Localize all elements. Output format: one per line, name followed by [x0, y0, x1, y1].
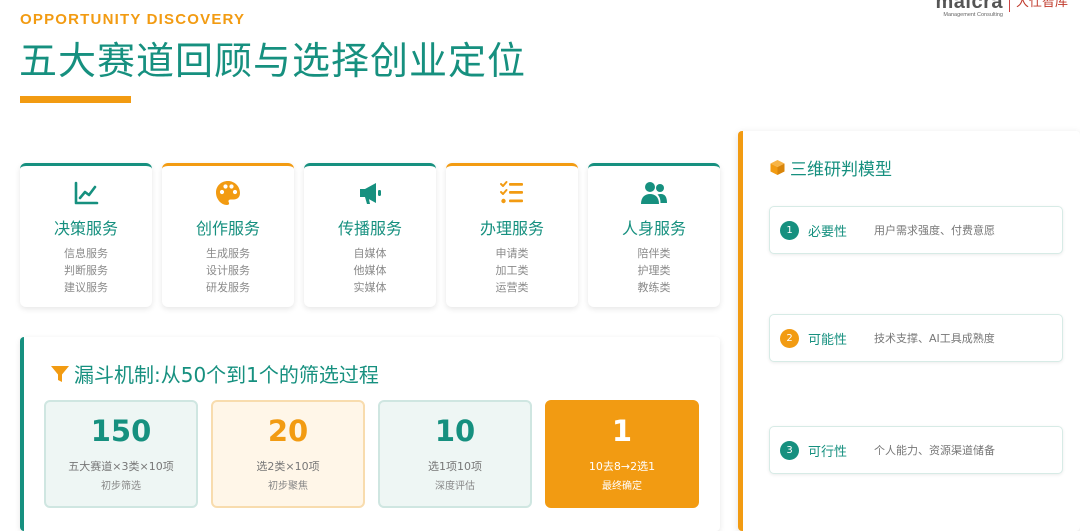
service-title: 决策服务: [53, 219, 118, 238]
criterion-label: 可能性: [808, 332, 848, 348]
funnel-panel: 漏斗机制:从50个到1个的筛选过程 150 五大赛道×3类×10项 初步筛选 2…: [20, 337, 720, 531]
criterion-necessity: 1 必要性 用户需求强度、付费意愿: [769, 206, 1063, 254]
service-item: 信息服务: [64, 247, 108, 260]
service-item: 他媒体: [353, 264, 387, 277]
criterion-number-badge: 3: [780, 440, 799, 460]
criterion-description: 技术支撑、AI工具成熟度: [874, 332, 995, 345]
service-item: 护理类: [637, 264, 671, 277]
service-card-decision: 决策服务 信息服务 判断服务 建议服务: [20, 163, 152, 307]
stage-number: 1: [611, 414, 633, 448]
people-icon: [641, 182, 667, 204]
service-card-creation: 创作服务 生成服务 设计服务 研发服务: [162, 163, 294, 307]
criterion-number-badge: 1: [780, 220, 799, 240]
criterion-description: 用户需求强度、付费意愿: [874, 224, 995, 237]
service-item: 加工类: [495, 264, 529, 277]
megaphone-icon: [360, 183, 381, 204]
service-card-personal: 人身服务 陪伴类 护理类 教练类: [588, 163, 720, 307]
service-item: 研发服务: [206, 281, 250, 294]
service-item: 生成服务: [206, 247, 250, 260]
service-item: 建议服务: [64, 281, 108, 294]
criterion-number-badge: 2: [780, 328, 799, 348]
service-item: 教练类: [637, 281, 671, 294]
service-item: 设计服务: [206, 264, 250, 277]
palette-icon: [216, 181, 240, 205]
model-heading: 三维研判模型: [769, 155, 892, 180]
service-card-handling: 办理服务 申请类 加工类 运营类: [446, 163, 578, 307]
service-title: 传播服务: [337, 219, 402, 238]
evaluation-model-panel: 三维研判模型 1 必要性 用户需求强度、付费意愿 2 可能性 技术支撑、AI工具…: [738, 131, 1080, 531]
list-check-icon: [500, 181, 523, 204]
stage-number: 20: [267, 414, 309, 448]
funnel-heading: 漏斗机制:从50个到1个的筛选过程: [50, 359, 379, 388]
service-item: 实媒体: [353, 281, 387, 294]
criterion-label: 必要性: [808, 224, 848, 240]
stage-caption: 深度评估: [435, 481, 475, 492]
funnel-icon: [51, 365, 69, 382]
funnel-stage-150: 150 五大赛道×3类×10项 初步筛选: [44, 400, 198, 508]
stage-number: 10: [434, 414, 476, 448]
criterion-description: 个人能力、资源渠道储备: [874, 444, 995, 457]
brand-logo: maicra Management Consulting 大仕智库: [935, 0, 1068, 19]
cube-icon: [770, 160, 785, 175]
service-item: 运营类: [495, 281, 529, 294]
stage-description: 选2类×10项: [256, 460, 320, 473]
stage-number: 150: [90, 414, 152, 448]
funnel-stage-20: 20 选2类×10项 初步聚焦: [211, 400, 365, 508]
funnel-stage-10: 10 选1项10项 深度评估: [378, 400, 532, 508]
service-item: 申请类: [495, 247, 529, 260]
criterion-feasibility: 3 可行性 个人能力、资源渠道储备: [769, 426, 1063, 474]
logo-subtitle: Management Consulting: [943, 12, 1003, 18]
stage-caption: 初步聚焦: [268, 481, 308, 492]
model-title: 三维研判模型: [790, 160, 892, 180]
stage-caption: 初步筛选: [101, 481, 141, 492]
service-item: 陪伴类: [637, 247, 671, 260]
logo-divider: [1008, 0, 1010, 12]
service-item: 判断服务: [64, 264, 108, 277]
funnel-title: 漏斗机制:从50个到1个的筛选过程: [74, 363, 379, 387]
stage-description: 10去8→2选1: [588, 460, 656, 473]
criterion-possibility: 2 可能性 技术支撑、AI工具成熟度: [769, 314, 1063, 362]
section-eyebrow: OPPORTUNITY DISCOVERY: [20, 11, 246, 28]
service-title: 办理服务: [479, 219, 544, 238]
service-title: 创作服务: [195, 219, 260, 238]
title-underline: [20, 96, 131, 103]
service-card-broadcast: 传播服务 自媒体 他媒体 实媒体: [304, 163, 436, 307]
logo-wordmark: maicra: [935, 0, 1003, 13]
chart-line-icon: [74, 181, 99, 205]
service-item: 自媒体: [353, 247, 387, 260]
page-title: 五大赛道回顾与选择创业定位: [19, 39, 527, 83]
stage-description: 选1项10项: [428, 460, 482, 473]
stage-caption: 最终确定: [602, 481, 642, 492]
logo-chinese-name: 大仕智库: [1015, 0, 1068, 10]
funnel-stage-final: 1 10去8→2选1 最终确定: [545, 400, 699, 508]
criterion-label: 可行性: [808, 444, 848, 460]
stage-description: 五大赛道×3类×10项: [68, 460, 174, 473]
service-title: 人身服务: [621, 219, 686, 238]
